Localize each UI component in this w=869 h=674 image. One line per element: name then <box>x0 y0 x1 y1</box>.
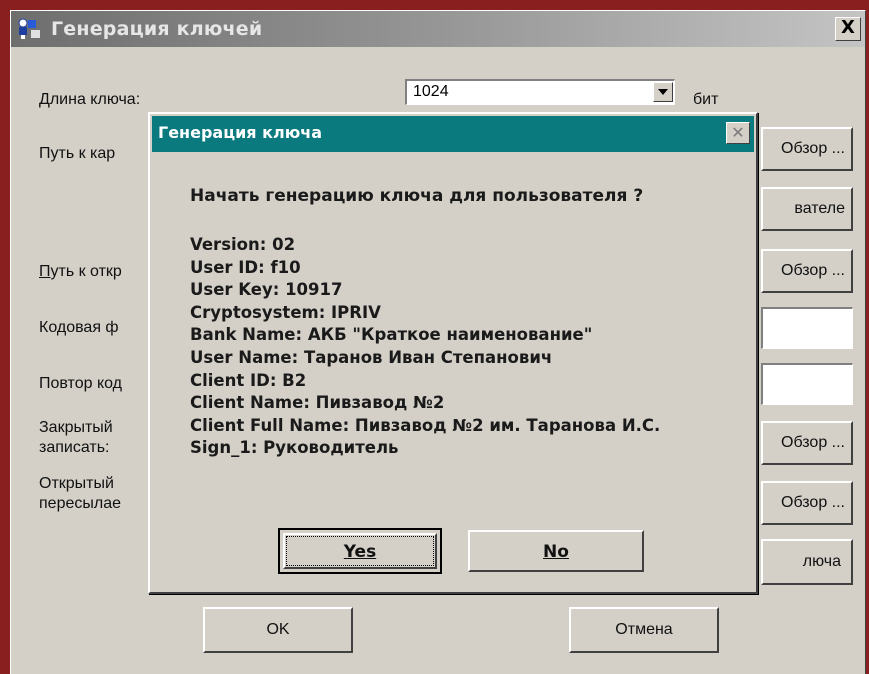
dialog-close-icon[interactable]: ✕ <box>726 122 750 144</box>
window-title: Генерация ключей <box>51 18 263 40</box>
private-key-label: Закрытый <box>39 419 113 436</box>
info-user-id: User ID: f10 <box>190 257 301 277</box>
yes-button[interactable]: Yes <box>278 528 442 574</box>
no-button-label: No <box>470 542 642 562</box>
key-length-label: Длина ключа: <box>39 91 141 108</box>
public-path-label-text: уть к откр <box>50 263 122 280</box>
repeat-codeword-label: Повтор код <box>39 375 122 392</box>
info-user-key: User Key: 10917 <box>190 280 343 300</box>
browse-card-button[interactable]: Обзор ... <box>761 127 853 171</box>
info-sign: Sign_1: Руководитель <box>190 438 399 458</box>
key-generation-confirm-dialog: Генерация ключа ✕ Начать генерацию ключа… <box>148 112 758 594</box>
public-key-label-2: пересылае <box>39 495 121 512</box>
browse-public-button[interactable]: Обзор ... <box>761 249 853 293</box>
browse-private-button[interactable]: Обзор ... <box>761 421 853 465</box>
info-client-id: Client ID: B2 <box>190 370 307 390</box>
yes-label-text: Yes <box>343 542 377 562</box>
no-label-text: No <box>543 542 569 562</box>
info-version: Version: 02 <box>190 235 296 254</box>
browse-send-button[interactable]: Обзор ... <box>761 481 853 525</box>
confirm-question: Начать генерацию ключа для пользователя … <box>190 186 644 206</box>
codeword-label: Кодовая ф <box>39 319 119 336</box>
dialog-titlebar[interactable]: Генерация ключа ✕ <box>152 116 754 152</box>
generate-key-button[interactable]: люча <box>761 539 853 585</box>
info-client-full-name: Client Full Name: Пивзавод №2 им. Тарано… <box>190 415 661 435</box>
key-length-select[interactable]: 1024 <box>405 79 675 105</box>
public-key-label: Открытый <box>39 475 114 492</box>
user-button[interactable]: вателе <box>761 187 853 231</box>
private-key-label-2: записать: <box>39 439 110 456</box>
chevron-down-icon[interactable] <box>653 82 673 102</box>
key-info-list: Version: 02 User ID: f10 User Key: 10917… <box>190 234 660 460</box>
window-close-button[interactable]: X <box>835 17 861 41</box>
key-generation-app-icon <box>17 17 43 41</box>
no-button[interactable]: No <box>468 530 644 572</box>
info-user-name: User Name: Таранов Иван Степанович <box>190 347 553 367</box>
repeat-codeword-input[interactable] <box>761 363 853 405</box>
info-bank-name: Bank Name: АКБ "Краткое наименование" <box>190 325 593 345</box>
cancel-button[interactable]: Отмена <box>569 607 719 653</box>
key-length-value: 1024 <box>413 83 449 100</box>
ok-button[interactable]: OK <box>203 607 353 653</box>
key-length-label-rest: лина ключа: <box>49 91 141 108</box>
dialog-title: Генерация ключа <box>158 123 323 142</box>
info-cryptosystem: Cryptosystem: IPRIV <box>190 302 381 322</box>
yes-button-label: Yes <box>280 542 440 562</box>
codeword-input[interactable] <box>761 307 853 349</box>
info-client-name: Client Name: Пивзавод №2 <box>190 393 445 413</box>
public-path-label: Путь к откр <box>39 263 122 280</box>
key-length-unit: бит <box>693 91 719 108</box>
card-path-label: Путь к кар <box>39 145 116 162</box>
window-titlebar[interactable]: Генерация ключей X <box>11 11 865 47</box>
